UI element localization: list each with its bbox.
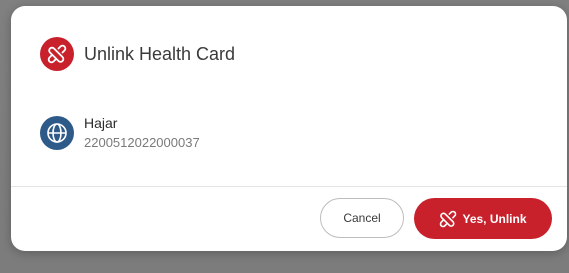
unlink-health-card-dialog: Unlink Health Card Hajar 220051202200003… <box>11 6 567 251</box>
yes-unlink-label: Yes, Unlink <box>462 211 527 226</box>
globe-icon <box>40 116 74 150</box>
unlink-icon <box>40 37 74 71</box>
cancel-button[interactable]: Cancel <box>320 198 404 238</box>
card-holder-name: Hajar <box>84 115 118 131</box>
yes-unlink-button[interactable]: Yes, Unlink <box>414 198 552 239</box>
footer-divider <box>11 186 567 187</box>
health-card-item: Hajar 2200512022000037 <box>40 114 200 152</box>
dialog-header: Unlink Health Card <box>40 36 235 72</box>
unlink-icon <box>439 210 457 228</box>
card-details: Hajar 2200512022000037 <box>84 114 200 152</box>
card-number: 2200512022000037 <box>84 135 200 150</box>
dialog-title: Unlink Health Card <box>84 43 236 64</box>
